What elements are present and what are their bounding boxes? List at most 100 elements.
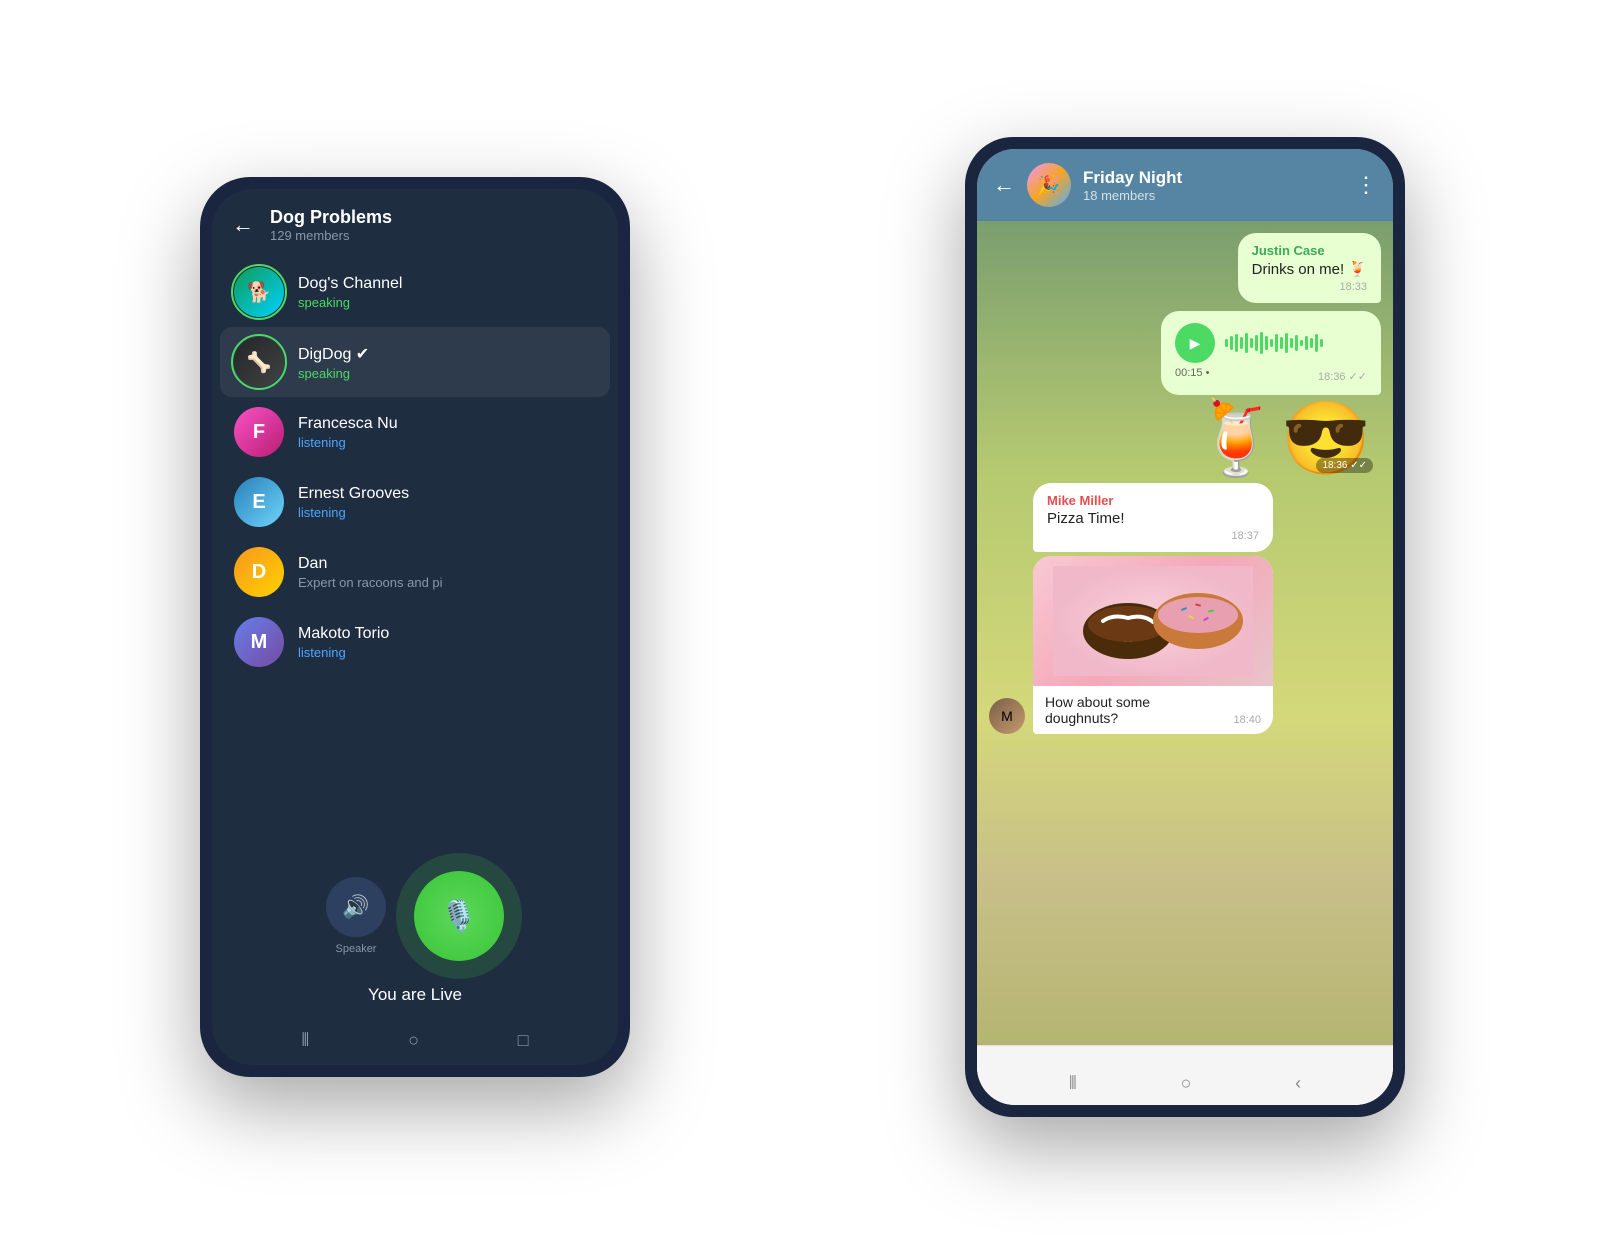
msg-sender: Mike Miller	[1047, 493, 1259, 508]
msg-sender: Justin Case	[1252, 243, 1367, 258]
speaker-icon: 🔊	[342, 894, 369, 920]
back-phone-nav: ⦀ ○ □	[212, 1030, 618, 1051]
chat-back-arrow-icon[interactable]: ←	[993, 172, 1015, 198]
back-phone-header: ← Dog Problems 129 members	[212, 189, 618, 257]
participant-name: Dan	[298, 555, 443, 573]
controls-row: 🔊 Speaker 🎙️	[326, 871, 504, 961]
msg-time: 18:37	[1047, 530, 1259, 542]
front-nav-bar: ⦀ ○ ‹	[977, 1061, 1393, 1105]
chat-body: Justin Case Drinks on me! 🍹 18:33 ▶	[977, 221, 1393, 1047]
list-item[interactable]: D Dan Expert on racoons and pi	[220, 537, 610, 607]
msg-bubble: Justin Case Drinks on me! 🍹 18:33	[1238, 233, 1381, 303]
avatar: E	[234, 477, 284, 527]
msg-voice: ▶	[1161, 311, 1381, 395]
participant-status: listening	[298, 505, 409, 520]
mic-button[interactable]: 🎙️	[414, 871, 504, 961]
wave-bar	[1265, 336, 1268, 350]
list-item[interactable]: E Ernest Grooves listening	[220, 467, 610, 537]
wave-bar	[1310, 338, 1313, 348]
participants-list: 🐕 Dog's Channel speaking 🦴 DigDog ✔ spea…	[212, 257, 618, 677]
wave-bar	[1270, 339, 1273, 347]
incoming-messages: Mike Miller Pizza Time! 18:37	[1033, 483, 1273, 734]
msg-time: 18:33	[1252, 281, 1367, 293]
voice-row: ▶	[1175, 323, 1367, 363]
list-item[interactable]: 🐕 Dog's Channel speaking	[220, 257, 610, 327]
wave-bar	[1245, 333, 1248, 353]
donut-image-bubble: How about some doughnuts? 18:40	[1033, 556, 1273, 734]
sender-avatar: M	[989, 698, 1025, 734]
avatar: M	[234, 617, 284, 667]
chat-members: 18 members	[1083, 188, 1343, 203]
back-phone-screen: ← Dog Problems 129 members 🐕 Dog's Chann…	[212, 189, 618, 1065]
chat-header-info: Friday Night 18 members	[1083, 168, 1343, 203]
nav-recents-icon: ⦀	[301, 1030, 309, 1051]
wave-bar	[1295, 335, 1298, 351]
list-item[interactable]: F Francesca Nu listening	[220, 397, 610, 467]
play-button[interactable]: ▶	[1175, 323, 1215, 363]
participant-info: DigDog ✔ speaking	[298, 344, 369, 381]
participant-name: Ernest Grooves	[298, 485, 409, 503]
scene: ← Dog Problems 129 members 🐕 Dog's Chann…	[0, 0, 1600, 1254]
front-nav-recents: ⦀	[1069, 1073, 1077, 1094]
wave-bar	[1275, 334, 1278, 352]
pizza-bubble: Mike Miller Pizza Time! 18:37	[1033, 483, 1273, 552]
group-members: 129 members	[270, 228, 598, 243]
donut-image	[1033, 556, 1273, 686]
wave-bar	[1290, 338, 1293, 348]
participant-status: listening	[298, 435, 398, 450]
voice-time-row: 00:15 • 18:36 ✓✓	[1175, 367, 1367, 383]
list-item[interactable]: M Makoto Torio listening	[220, 607, 610, 677]
avatar: D	[234, 547, 284, 597]
msg-text: Drinks on me! 🍹	[1252, 260, 1367, 278]
mic-icon: 🎙️	[440, 899, 477, 934]
donut-text: How about some doughnuts?	[1045, 694, 1225, 726]
wave-bar	[1225, 339, 1228, 347]
wave-bar	[1260, 332, 1263, 354]
participant-name: Makoto Torio	[298, 625, 389, 643]
wave-bar	[1230, 336, 1233, 350]
wave-bar	[1255, 335, 1258, 351]
participant-info: Francesca Nu listening	[298, 415, 398, 450]
avatar: 🐕	[234, 267, 284, 317]
donut-time: 18:40	[1233, 714, 1261, 726]
avatar: F	[234, 407, 284, 457]
wave-bar	[1250, 338, 1253, 348]
waveform	[1225, 331, 1367, 355]
avatar: 🦴	[234, 337, 284, 387]
wave-bar	[1235, 334, 1238, 352]
participant-status: Expert on racoons and pi	[298, 575, 443, 590]
back-arrow-icon[interactable]: ←	[232, 212, 254, 238]
donut-svg	[1053, 566, 1253, 676]
back-phone: ← Dog Problems 129 members 🐕 Dog's Chann…	[200, 177, 630, 1077]
wave-bar	[1300, 340, 1303, 346]
nav-home-icon: ○	[408, 1030, 419, 1051]
wave-bar	[1240, 337, 1243, 349]
wave-bar	[1280, 337, 1283, 349]
speaker-label: Speaker	[336, 943, 377, 955]
front-phone-screen: ← 🎉 Friday Night 18 members ⋮ Justin Cas…	[977, 149, 1393, 1105]
msg-outgoing-drinks: Justin Case Drinks on me! 🍹 18:33	[1238, 233, 1381, 303]
voice-duration: 00:15 •	[1175, 367, 1209, 383]
live-status: You are Live	[368, 985, 462, 1005]
msg-incoming-pizza: M Mike Miller Pizza Time! 18:37	[989, 483, 1273, 734]
participant-name: Francesca Nu	[298, 415, 398, 433]
chat-group-avatar: 🎉	[1027, 163, 1071, 207]
speaker-button[interactable]: 🔊	[326, 877, 386, 937]
voice-bubble: ▶	[1161, 311, 1381, 395]
donut-caption: How about some doughnuts? 18:40	[1033, 686, 1273, 734]
participant-info: Dog's Channel speaking	[298, 275, 402, 310]
msg-time: 18:36 ✓✓	[1318, 370, 1367, 383]
participant-info: Makoto Torio listening	[298, 625, 389, 660]
list-item[interactable]: 🦴 DigDog ✔ speaking	[220, 327, 610, 397]
participant-info: Ernest Grooves listening	[298, 485, 409, 520]
participant-status: listening	[298, 645, 389, 660]
chat-more-icon[interactable]: ⋮	[1355, 172, 1377, 198]
voice-controls: 🔊 Speaker 🎙️ You are Live	[212, 871, 618, 1005]
wave-bar	[1305, 336, 1308, 350]
front-nav-home: ○	[1181, 1073, 1192, 1094]
participant-name: DigDog ✔	[298, 344, 369, 364]
group-name: Dog Problems	[270, 207, 598, 228]
sticker-time: 18:36 ✓✓	[1316, 458, 1373, 473]
chat-name: Friday Night	[1083, 168, 1343, 188]
wave-bar	[1320, 339, 1323, 347]
